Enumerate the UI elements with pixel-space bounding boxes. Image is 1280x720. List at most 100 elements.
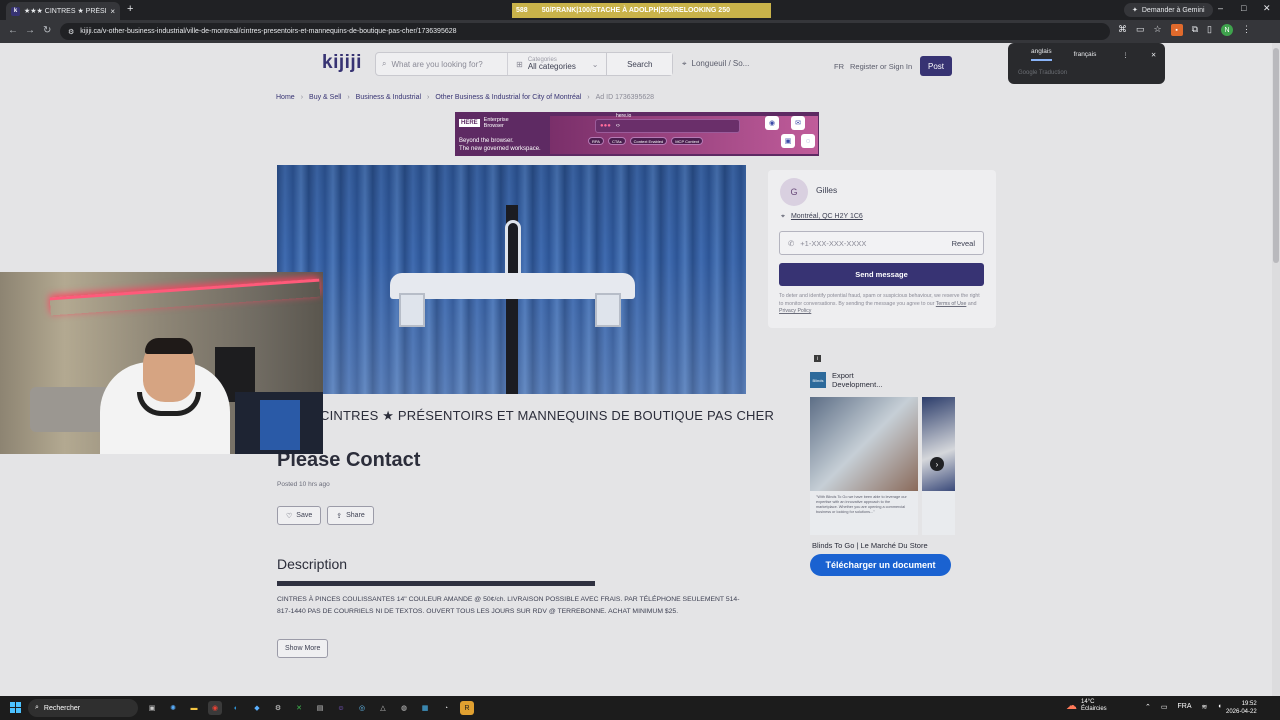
- edge-icon[interactable]: ◐: [229, 701, 243, 715]
- reload-icon[interactable]: ↻: [43, 25, 51, 36]
- tray-chevron-up-icon[interactable]: ⌃: [1145, 703, 1151, 711]
- wifi-icon[interactable]: ≋: [1202, 703, 1208, 711]
- extension-icon[interactable]: ▪: [1170, 24, 1183, 36]
- app-icon[interactable]: ▦: [418, 701, 432, 715]
- privacy-policy-link[interactable]: Privacy Policy: [779, 308, 811, 314]
- gemini-label: Demander à Gemini: [1141, 6, 1205, 14]
- input-language[interactable]: FRA: [1178, 703, 1192, 711]
- ad-info-icon[interactable]: i: [814, 355, 821, 362]
- close-window-button[interactable]: ✕: [1263, 3, 1271, 14]
- share-label: Share: [346, 512, 365, 519]
- app-icon[interactable]: △: [376, 701, 390, 715]
- location-selector[interactable]: ⌖ Longueuil / So...: [682, 59, 749, 69]
- banner-brand-logo: HERE: [459, 119, 480, 127]
- breadcrumb-other-business[interactable]: Other Business & Industrial for City of …: [435, 94, 581, 101]
- seller-avatar[interactable]: G: [780, 178, 808, 206]
- kijiji-logo[interactable]: kijiji: [322, 52, 362, 74]
- show-more-button[interactable]: Show More: [277, 639, 329, 658]
- share-button[interactable]: ⇪ Share: [327, 506, 374, 525]
- taskbar-clock[interactable]: 19:52 2026-04-22: [1226, 700, 1257, 716]
- url-bar[interactable]: ⚙ kijiji.ca/v-other-business-industrial/…: [60, 23, 1110, 40]
- cast-icon[interactable]: ▭: [1136, 24, 1145, 36]
- breadcrumb-home[interactable]: Home: [276, 94, 295, 101]
- back-icon[interactable]: ←: [8, 25, 18, 36]
- windows-taskbar: ⌕ Rechercher ▣ ✺ ▬ ◉ ◐ ◆ ⚙ ✕ ▤ ☺ ◎ △ ◍ ▦…: [0, 696, 1280, 720]
- tab-close-icon[interactable]: ×: [110, 7, 115, 16]
- translate-menu-icon[interactable]: ⋮: [1122, 51, 1129, 59]
- side-ad-slide[interactable]: "With Blinds To Go we have been able to …: [810, 397, 918, 535]
- browser-tab[interactable]: k ★★★ CINTRES ★ PRÉSENTOIR ×: [6, 2, 120, 20]
- app-icon[interactable]: ◆: [250, 701, 264, 715]
- file-explorer-icon[interactable]: ▬: [187, 701, 201, 715]
- network-icon[interactable]: ▭: [1161, 703, 1168, 711]
- save-button[interactable]: ♡ Save: [277, 506, 322, 525]
- reveal-phone-link[interactable]: Reveal: [952, 239, 975, 248]
- app-tile-icon: ✉: [791, 116, 805, 130]
- stream-donation-ticker: 588 50/PRANK|100/STACHE À ADOLPH|250/REL…: [512, 3, 771, 18]
- menu-kebab-icon[interactable]: ⋮: [1242, 24, 1251, 36]
- banner-pill: CTAs: [607, 137, 626, 145]
- side-ad-brand-logo: Blinds: [810, 372, 826, 388]
- scrollbar-thumb[interactable]: [1273, 48, 1279, 263]
- discord-icon[interactable]: ☺: [334, 701, 348, 715]
- translate-tab-french[interactable]: français: [1074, 51, 1097, 58]
- location-pin-icon: ⌖: [781, 213, 785, 220]
- translate-icon[interactable]: ⌘: [1118, 24, 1127, 36]
- carousel-next-icon[interactable]: ›: [930, 457, 944, 471]
- excel-icon[interactable]: ✕: [292, 701, 306, 715]
- profile-avatar[interactable]: N: [1220, 24, 1233, 36]
- app-icon[interactable]: R: [460, 701, 474, 715]
- chrome-icon[interactable]: ◉: [208, 701, 222, 715]
- weather-widget[interactable]: ☁ 14°C Éclaircies: [1066, 699, 1107, 713]
- minimize-button[interactable]: –: [1218, 3, 1223, 13]
- banner-ad[interactable]: HERE Enterprise Browser Beyond the brows…: [455, 112, 819, 156]
- category-select[interactable]: ⊞ Categories All categories ⌄: [507, 53, 606, 75]
- page-scrollbar[interactable]: [1272, 43, 1280, 696]
- copilot-icon[interactable]: ✺: [166, 701, 180, 715]
- download-document-button[interactable]: Télécharger un document: [810, 554, 951, 576]
- banner-pills: RPA CTAs Context Enabled MCP Context: [588, 137, 703, 145]
- disclaimer-and: and: [967, 300, 977, 307]
- ticker-count: 588: [516, 7, 528, 14]
- obs-icon[interactable]: ◍: [397, 701, 411, 715]
- extensions-puzzle-icon[interactable]: ⧉: [1192, 24, 1198, 36]
- task-view-icon[interactable]: ▣: [145, 701, 159, 715]
- gemini-button[interactable]: ✦ Demander à Gemini: [1124, 3, 1213, 17]
- post-ad-button[interactable]: Post: [920, 56, 952, 76]
- translate-close-icon[interactable]: ✕: [1151, 51, 1156, 59]
- hanger-clip-graphic: [399, 293, 425, 327]
- search-button[interactable]: Search: [606, 53, 672, 75]
- new-tab-button[interactable]: +: [127, 3, 133, 15]
- breadcrumb-business-industrial[interactable]: Business & Industrial: [356, 94, 421, 101]
- bookmark-star-icon[interactable]: ☆: [1154, 24, 1162, 36]
- banner-tagline-2: The new governed workspace.: [459, 145, 541, 152]
- seller-name[interactable]: Gilles: [816, 185, 837, 195]
- browser-tab-strip: k ★★★ CINTRES ★ PRÉSENTOIR × + 588 50/PR…: [0, 0, 1280, 20]
- sidepanel-icon[interactable]: ▯: [1207, 24, 1212, 36]
- seller-location[interactable]: ⌖ Montréal, QC H2Y 1C6: [781, 213, 863, 221]
- maximize-button[interactable]: □: [1241, 3, 1246, 13]
- store-icon[interactable]: ▤: [313, 701, 327, 715]
- translate-tab-english[interactable]: anglais: [1031, 48, 1052, 61]
- windows-start-icon[interactable]: [10, 702, 21, 713]
- listing-main-photo[interactable]: [277, 165, 746, 394]
- forward-icon[interactable]: →: [25, 25, 35, 36]
- breadcrumb-buy-sell[interactable]: Buy & Sell: [309, 94, 341, 101]
- steam-icon[interactable]: ◎: [355, 701, 369, 715]
- webcam-overlay: [0, 272, 323, 454]
- search-input[interactable]: ⌕ What are you looking for?: [376, 53, 507, 75]
- language-toggle[interactable]: FR: [834, 62, 844, 71]
- settings-gear-icon[interactable]: ⚙: [271, 701, 285, 715]
- register-signin-link[interactable]: Register or Sign In: [850, 62, 912, 71]
- translate-footer: Google Traduction: [1018, 70, 1068, 76]
- phone-reveal-field[interactable]: ✆ +1-XXX-XXX-XXXX Reveal: [779, 231, 984, 255]
- volume-icon[interactable]: ◖: [1217, 703, 1221, 711]
- taskbar-search[interactable]: ⌕ Rechercher: [28, 699, 138, 717]
- send-message-button[interactable]: Send message: [779, 263, 984, 286]
- site-info-icon[interactable]: ⚙: [68, 28, 74, 36]
- app-icon[interactable]: ◔: [439, 701, 453, 715]
- app-tile-icon: ◉: [765, 116, 779, 130]
- side-ad[interactable]: i Blinds Export Development... "With Bli…: [810, 353, 955, 589]
- side-ad-caption: Blinds To Go | Le Marché Du Store: [812, 541, 928, 550]
- terms-of-use-link[interactable]: Terms of Use: [936, 301, 967, 307]
